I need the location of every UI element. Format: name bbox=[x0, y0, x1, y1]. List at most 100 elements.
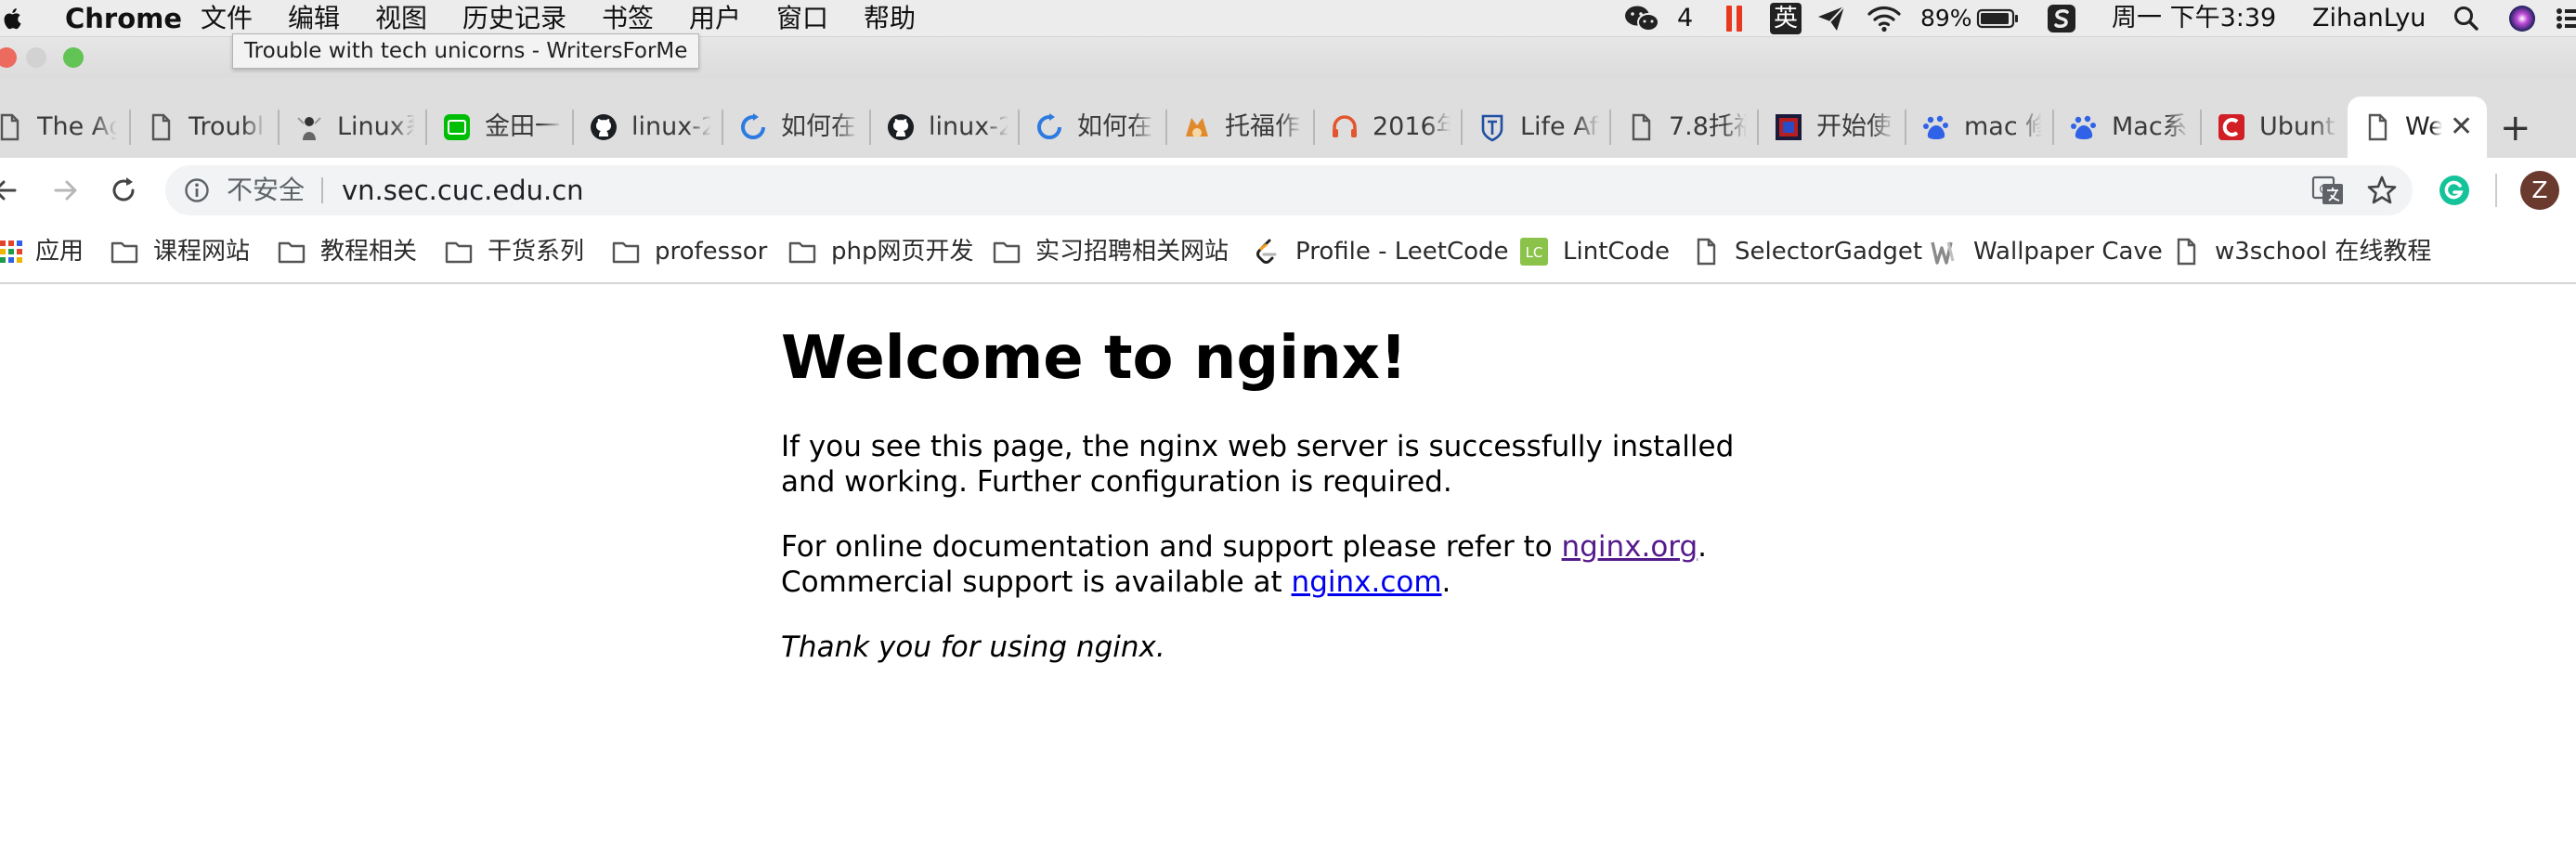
input-method-icon[interactable]: 英 bbox=[1770, 3, 1802, 34]
tab-toefl-78[interactable]: 7.8托福 bbox=[1611, 97, 1756, 158]
bookmark-folder-course-sites[interactable]: 课程网站 bbox=[110, 223, 258, 280]
app-menu-chrome[interactable]: Chrome bbox=[65, 0, 182, 37]
tab-linux[interactable]: Linux系 bbox=[280, 97, 424, 158]
tab-label: 开始使 bbox=[1816, 112, 1892, 141]
wifi-icon[interactable] bbox=[1867, 4, 1902, 33]
bookmark-label: 实习招聘相关网站 bbox=[1035, 238, 1229, 266]
bookmark-folder-internships[interactable]: 实习招聘相关网站 bbox=[992, 223, 1233, 280]
tab-label: 如何在 bbox=[1077, 112, 1152, 141]
document-icon bbox=[1632, 113, 1651, 141]
menu-help[interactable]: 帮助 bbox=[864, 0, 916, 37]
bookmark-label: 教程相关 bbox=[320, 238, 418, 266]
send-icon[interactable] bbox=[1816, 4, 1846, 33]
bookmark-apps[interactable]: 应用 bbox=[0, 223, 84, 280]
nginx-com-link[interactable]: nginx.com bbox=[1292, 566, 1442, 599]
github-icon bbox=[591, 114, 617, 140]
bookmarks-bar: 应用 课程网站 教程相关 干货系列 professor php网页开发 实习招聘… bbox=[0, 223, 2576, 284]
bookmark-w3school[interactable]: w3school 在线教程 bbox=[2171, 223, 2440, 280]
bookmark-star-icon[interactable] bbox=[2364, 173, 2400, 208]
document-icon bbox=[2368, 113, 2387, 141]
zoom-window-button[interactable] bbox=[63, 47, 84, 68]
bookmark-leetcode[interactable]: Profile - LeetCode bbox=[1252, 223, 1509, 280]
bookmark-lintcode[interactable]: LC LintCode bbox=[1519, 223, 1670, 280]
tab-how-to-2[interactable]: 如何在 bbox=[1020, 97, 1164, 158]
not-secure-label[interactable]: 不安全 bbox=[227, 165, 305, 215]
tab-the-ag[interactable]: The Ag bbox=[0, 97, 126, 158]
tab-trouble[interactable]: Trouble bbox=[131, 97, 276, 158]
menu-edit[interactable]: 编辑 bbox=[288, 0, 340, 37]
siri-icon[interactable] bbox=[2507, 4, 2537, 33]
battery-icon[interactable] bbox=[1976, 4, 2021, 33]
tab-label: Life Aft bbox=[1520, 112, 1600, 141]
menu-bookmarks[interactable]: 书签 bbox=[602, 0, 654, 37]
tab-2016[interactable]: 2016年 bbox=[1315, 97, 1460, 158]
menu-window[interactable]: 窗口 bbox=[776, 0, 828, 37]
svg-text:LC: LC bbox=[1526, 244, 1543, 261]
tab-getting-started[interactable]: 开始使 bbox=[1759, 97, 1904, 158]
bookmark-folder-series[interactable]: 干货系列 bbox=[444, 223, 592, 280]
s-app-icon[interactable] bbox=[2047, 4, 2076, 33]
tab-jintianyi[interactable]: 金田一 bbox=[427, 97, 572, 158]
menu-view[interactable]: 视图 bbox=[375, 0, 427, 37]
translate-icon[interactable]: G bbox=[2310, 173, 2346, 208]
bookmark-folder-php[interactable]: php网页开发 bbox=[787, 223, 974, 280]
bookmark-label: 应用 bbox=[35, 238, 85, 266]
new-tab-button[interactable]: + bbox=[2500, 106, 2531, 150]
support-punct: . bbox=[1698, 530, 1708, 564]
intro-paragraph: If you see this page, the nginx web serv… bbox=[781, 430, 1735, 499]
grammarly-icon[interactable] bbox=[2437, 173, 2472, 208]
tab-label: 金田一 bbox=[485, 112, 560, 141]
user-name[interactable]: ZihanLyu bbox=[2312, 0, 2426, 37]
tab-life-after[interactable]: Life Aft bbox=[1463, 97, 1609, 158]
tab-github-linux-1[interactable]: linux-2 bbox=[574, 97, 721, 158]
thanks-paragraph: Thank you for using nginx. bbox=[781, 630, 1165, 664]
info-icon[interactable] bbox=[184, 177, 210, 203]
close-window-button[interactable] bbox=[0, 47, 17, 68]
forward-arrow-icon[interactable] bbox=[46, 173, 82, 208]
url-text[interactable]: vn.sec.cuc.edu.cn bbox=[342, 165, 584, 215]
close-tab-icon[interactable]: ✕ bbox=[2450, 97, 2473, 158]
bookmark-wallpaper-cave[interactable]: Wallpaper Cave bbox=[1930, 223, 2163, 280]
bookmark-label: w3school 在线教程 bbox=[2215, 238, 2432, 266]
control-center-icon[interactable] bbox=[2556, 4, 2576, 33]
bookmark-folder-tutorials[interactable]: 教程相关 bbox=[277, 223, 425, 280]
menu-people[interactable]: 用户 bbox=[689, 0, 741, 37]
apps-grid-icon bbox=[0, 240, 22, 263]
iqiyi-icon bbox=[444, 114, 470, 140]
bookmark-label: professor bbox=[655, 238, 768, 266]
reload-icon[interactable] bbox=[106, 173, 141, 208]
document-icon bbox=[151, 113, 171, 141]
tab-toefl-writing[interactable]: 托福作 bbox=[1167, 97, 1312, 158]
bookmark-label: php网页开发 bbox=[831, 238, 974, 266]
support-text: For online documentation and support ple… bbox=[781, 530, 1562, 564]
apple-icon[interactable] bbox=[0, 6, 26, 32]
tab-label: Wel bbox=[2405, 112, 2442, 141]
document-icon bbox=[2177, 238, 2196, 266]
fox-icon bbox=[1186, 118, 1208, 137]
page-heading: Welcome to nginx! bbox=[781, 324, 1408, 393]
minimize-window-button[interactable] bbox=[26, 47, 46, 68]
github-icon bbox=[888, 114, 914, 140]
menu-file[interactable]: 文件 bbox=[201, 0, 253, 37]
address-bar[interactable]: 不安全 vn.sec.cuc.edu.cn G bbox=[165, 165, 2413, 215]
profile-avatar[interactable]: Z bbox=[2520, 171, 2559, 210]
tab-ubuntu[interactable]: Ubuntu bbox=[2202, 97, 2347, 158]
tab-mac-repair[interactable]: mac 修 bbox=[1906, 97, 2051, 158]
wechat-icon[interactable] bbox=[1623, 4, 1660, 33]
clock[interactable]: 周一 下午3:39 bbox=[2112, 0, 2276, 37]
tab-label: linux-2 bbox=[929, 112, 1008, 141]
tab-github-linux-2[interactable]: linux-2 bbox=[871, 97, 1018, 158]
pause-icon[interactable] bbox=[1724, 4, 1746, 33]
menu-history[interactable]: 历史记录 bbox=[462, 0, 566, 37]
spotlight-icon[interactable] bbox=[2452, 4, 2481, 33]
tab-welcome-nginx[interactable]: Wel ✕ bbox=[2348, 97, 2487, 158]
nginx-org-link[interactable]: nginx.org bbox=[1562, 530, 1698, 564]
bookmark-selectorgadget[interactable]: SelectorGadget bbox=[1691, 223, 1922, 280]
back-arrow-icon[interactable] bbox=[0, 173, 24, 208]
tab-how-to-1[interactable]: 如何在 bbox=[723, 97, 868, 158]
commercial-punct: . bbox=[1441, 566, 1451, 599]
bookmark-label: 课程网站 bbox=[153, 238, 251, 266]
folder-icon bbox=[111, 241, 138, 264]
bookmark-folder-professor[interactable]: professor bbox=[611, 223, 769, 280]
tab-mac-system[interactable]: Mac系 bbox=[2054, 97, 2199, 158]
